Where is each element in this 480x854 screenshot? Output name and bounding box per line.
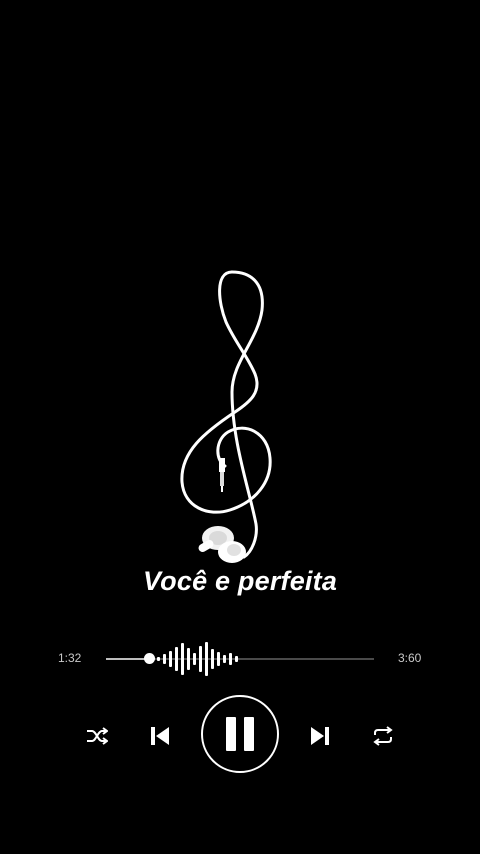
pause-icon <box>226 717 254 751</box>
progress-thumb[interactable] <box>144 653 155 664</box>
album-art <box>160 262 310 572</box>
waveform-bar <box>217 652 220 666</box>
waveform-visualizer <box>157 641 247 677</box>
skip-next-icon <box>311 727 329 745</box>
repeat-icon <box>373 726 393 746</box>
waveform-bar <box>163 654 166 664</box>
waveform-bar <box>199 646 202 672</box>
waveform-bar <box>193 653 196 665</box>
waveform-bar <box>223 655 226 663</box>
shuffle-icon <box>87 727 108 745</box>
next-button[interactable] <box>308 723 332 749</box>
time-elapsed: 1:32 <box>58 651 82 665</box>
play-pause-button[interactable] <box>201 695 279 773</box>
waveform-bar <box>175 647 178 671</box>
waveform-bar <box>211 649 214 669</box>
waveform-bar <box>187 648 190 670</box>
progress-fill <box>106 658 149 660</box>
waveform-bar <box>181 643 184 675</box>
waveform-bar <box>235 656 238 662</box>
previous-button[interactable] <box>148 723 172 749</box>
waveform-bar <box>205 642 208 676</box>
skip-previous-icon <box>151 727 169 745</box>
waveform-bar <box>229 653 232 665</box>
waveform-bar <box>169 651 172 667</box>
time-total: 3:60 <box>398 651 422 665</box>
shuffle-button[interactable] <box>84 723 110 749</box>
song-title: Você e perfeita <box>142 566 338 596</box>
treble-clef-earphones-icon <box>180 270 272 563</box>
repeat-button[interactable] <box>370 723 396 749</box>
waveform-bar <box>157 657 160 661</box>
